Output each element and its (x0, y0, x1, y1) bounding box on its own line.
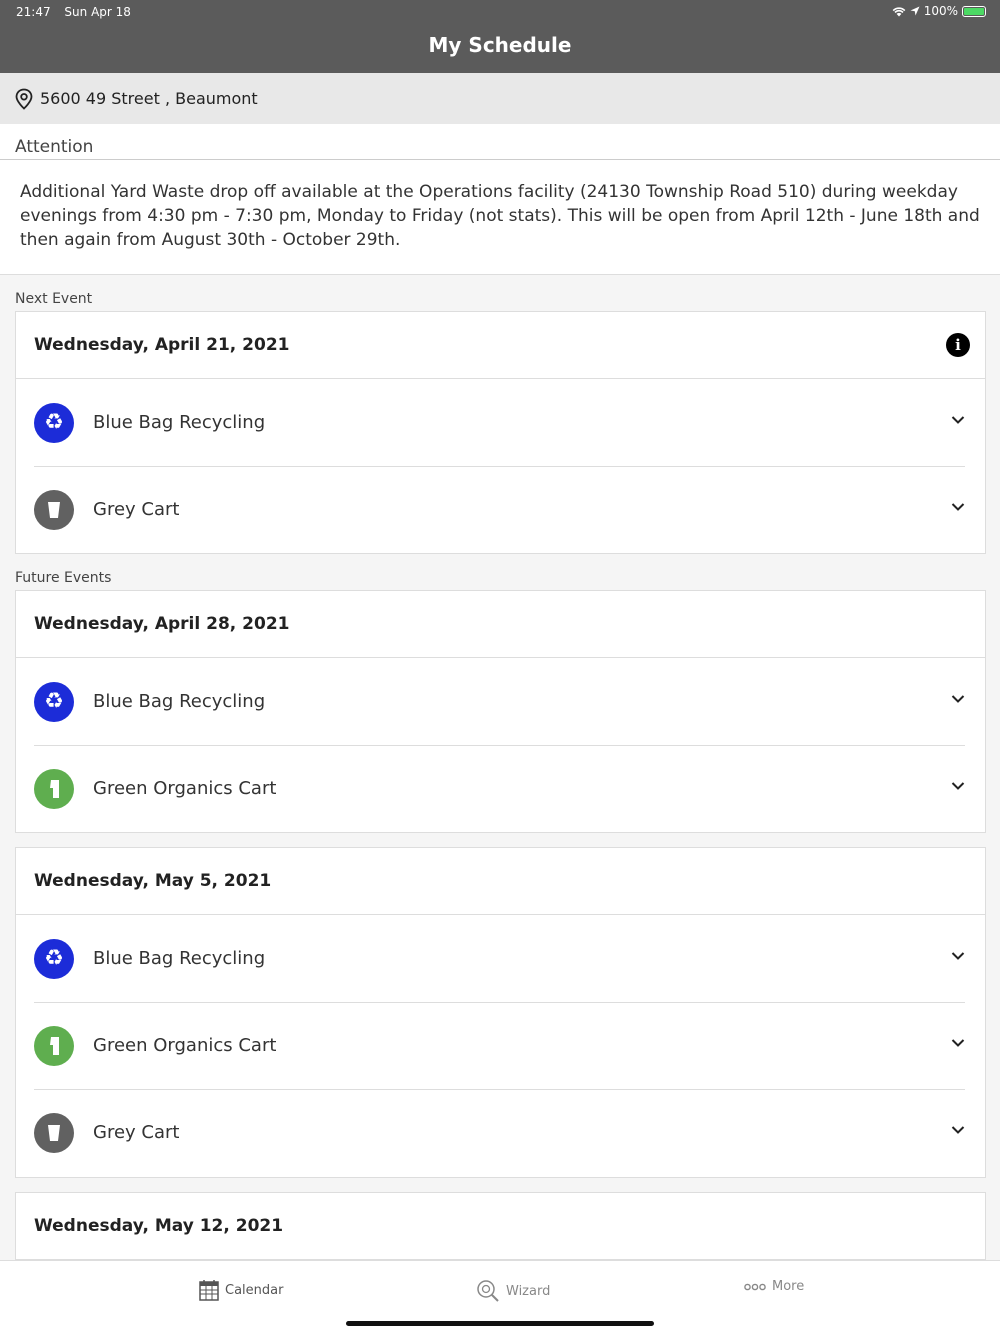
chevron-down-icon[interactable] (951, 1038, 965, 1048)
top-bar: 21:47 Sun Apr 18 100% My Schedule (0, 0, 1000, 73)
attention-notice: Attention Additional Yard Waste drop off… (0, 124, 1000, 275)
calendar-icon (199, 1280, 219, 1301)
tab-more[interactable]: More (744, 1279, 804, 1294)
tab-label: Calendar (225, 1282, 284, 1298)
battery-percent: 100% (923, 4, 958, 18)
collection-label: Green Organics Cart (93, 1035, 277, 1056)
collection-row-blue-bag[interactable]: ♻ Blue Bag Recycling (16, 915, 985, 1002)
status-bar-left: 21:47 Sun Apr 18 (16, 5, 141, 19)
chevron-down-icon[interactable] (951, 781, 965, 791)
future-events-label: Future Events (15, 570, 112, 586)
collection-label: Blue Bag Recycling (93, 948, 266, 969)
chevron-down-icon[interactable] (951, 415, 965, 425)
status-time: 21:47 (16, 5, 51, 19)
recycle-icon: ♻ (34, 681, 74, 722)
event-date-heading: Wednesday, April 28, 2021 (16, 591, 985, 658)
info-icon[interactable]: i (946, 333, 970, 357)
collection-row-green-cart[interactable]: Green Organics Cart (16, 745, 985, 832)
collection-row-grey-cart[interactable]: Grey Cart (16, 1089, 985, 1176)
location-arrow-icon (910, 6, 920, 16)
grey-cart-icon (34, 489, 74, 530)
event-date: Wednesday, May 5, 2021 (34, 871, 272, 891)
attention-body: Additional Yard Waste drop off available… (20, 182, 980, 250)
wizard-icon (477, 1280, 499, 1302)
chevron-down-icon[interactable] (951, 694, 965, 704)
location-pin-icon (15, 88, 33, 110)
attention-heading: Attention (0, 124, 1000, 160)
event-date: Wednesday, May 12, 2021 (34, 1216, 284, 1236)
recycle-icon: ♻ (34, 938, 74, 979)
future-event-card: Wednesday, April 28, 2021 ♻ Blue Bag Rec… (15, 590, 986, 833)
event-date: Wednesday, April 21, 2021 (34, 335, 290, 355)
address-bar[interactable]: 5600 49 Street , Beaumont (0, 73, 1000, 124)
green-cart-icon (34, 768, 74, 809)
home-indicator[interactable] (346, 1321, 654, 1326)
green-cart-icon (34, 1025, 74, 1066)
collection-row-grey-cart[interactable]: Grey Cart (16, 466, 985, 553)
event-date-heading: Wednesday, April 21, 2021 i (16, 312, 985, 379)
tab-label: Wizard (506, 1283, 551, 1299)
collection-row-green-cart[interactable]: Green Organics Cart (16, 1002, 985, 1089)
recycle-icon: ♻ (34, 402, 74, 443)
address-text: 5600 49 Street , Beaumont (40, 89, 258, 108)
event-date-heading: Wednesday, May 5, 2021 (16, 848, 985, 915)
collection-label: Green Organics Cart (93, 778, 277, 799)
tab-wizard[interactable]: Wizard (476, 1279, 550, 1303)
collection-row-blue-bag[interactable]: ♻ Blue Bag Recycling (16, 379, 985, 466)
chevron-down-icon[interactable] (951, 951, 965, 961)
chevron-down-icon[interactable] (951, 1125, 965, 1135)
collection-row-blue-bag[interactable]: ♻ Blue Bag Recycling (16, 658, 985, 745)
collection-label: Grey Cart (93, 499, 180, 520)
future-event-card: Wednesday, May 5, 2021 ♻ Blue Bag Recycl… (15, 847, 986, 1178)
chevron-down-icon[interactable] (951, 502, 965, 512)
grey-cart-icon (34, 1112, 74, 1153)
event-date-heading: Wednesday, May 12, 2021 (16, 1193, 985, 1260)
collection-label: Blue Bag Recycling (93, 691, 266, 712)
more-icon (744, 1283, 766, 1290)
collection-label: Blue Bag Recycling (93, 412, 266, 433)
battery-icon (962, 5, 986, 17)
collection-label: Grey Cart (93, 1122, 180, 1143)
status-bar-right: 100% (892, 4, 986, 18)
wifi-icon (892, 6, 906, 16)
next-event-card: Wednesday, April 21, 2021 i ♻ Blue Bag R… (15, 311, 986, 554)
status-date: Sun Apr 18 (64, 5, 131, 19)
page-title: My Schedule (428, 33, 572, 57)
next-event-label: Next Event (15, 291, 93, 307)
tab-label: More (772, 1279, 805, 1294)
tab-calendar[interactable]: Calendar (199, 1279, 283, 1301)
event-date: Wednesday, April 28, 2021 (34, 614, 290, 634)
